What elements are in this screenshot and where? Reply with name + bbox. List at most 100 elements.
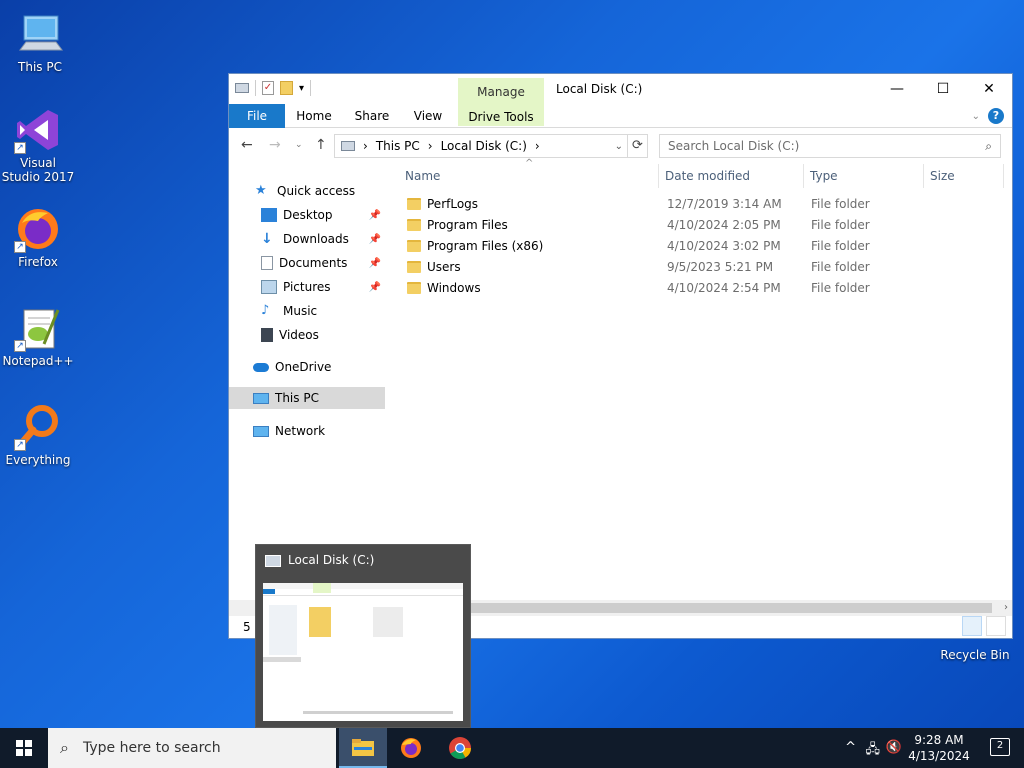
volume-muted-icon[interactable]: 🔇: [886, 740, 902, 755]
large-icons-view-icon[interactable]: [986, 616, 1006, 636]
desktop-icon-everything[interactable]: ↗ Everything: [0, 403, 76, 467]
tab-file[interactable]: File: [229, 104, 285, 128]
taskbar-search-input[interactable]: ⌕ Type here to search: [48, 728, 336, 768]
drive-icon: [341, 141, 355, 151]
pin-icon: 📌: [368, 233, 381, 245]
column-header-type[interactable]: Type: [804, 164, 924, 188]
table-row[interactable]: Program Files 4/10/2024 2:05 PM File fol…: [399, 215, 999, 236]
separator: [310, 80, 312, 96]
table-row[interactable]: PerfLogs 12/7/2019 3:14 AM File folder: [399, 194, 999, 215]
window-title: Local Disk (C:): [556, 82, 643, 96]
quick-access-toolbar: ✓ ▾: [235, 80, 312, 96]
nav-item-documents[interactable]: Documents 📌: [229, 252, 385, 274]
music-note-icon: ♪: [261, 303, 270, 318]
start-button[interactable]: [0, 728, 48, 768]
tab-share[interactable]: Share: [349, 104, 395, 128]
desktop-icon-visual-studio[interactable]: ↗ Visual Studio 2017: [0, 106, 76, 184]
address-row: ← → ⌄ ↑ › This PC › Local Disk (C:) › ⌄ …: [229, 128, 1012, 164]
address-bar[interactable]: › This PC › Local Disk (C:) › ⌄: [334, 134, 628, 158]
pin-icon: 📌: [368, 209, 381, 221]
windows-logo-icon: [16, 740, 32, 756]
scroll-right-icon[interactable]: ›: [1004, 600, 1008, 616]
desktop-icon-notepad-plus-plus[interactable]: ↗ Notepad++: [0, 304, 76, 368]
table-row[interactable]: Windows 4/10/2024 2:54 PM File folder: [399, 278, 999, 299]
nav-item-quick-access[interactable]: ★ Quick access: [229, 180, 385, 202]
breadcrumb-separator-icon[interactable]: ›: [535, 139, 540, 153]
customize-toolbar-icon[interactable]: ▾: [299, 83, 304, 94]
nav-item-onedrive[interactable]: OneDrive: [229, 356, 385, 378]
refresh-button[interactable]: ⟳: [628, 134, 648, 158]
minimize-button[interactable]: —: [874, 74, 920, 104]
up-arrow-icon[interactable]: ↑: [315, 137, 327, 153]
shortcut-arrow-icon: ↗: [14, 340, 26, 352]
taskbar-file-explorer[interactable]: [339, 728, 387, 768]
separator: [255, 80, 256, 96]
notepad-plus-plus-icon: ↗: [14, 304, 62, 352]
expand-ribbon-icon[interactable]: ⌄: [972, 111, 980, 122]
taskbar-chrome[interactable]: [436, 728, 484, 768]
folder-icon: [407, 198, 421, 210]
nav-item-network[interactable]: Network: [229, 420, 385, 442]
taskbar: ⌕ Type here to search ^ 🖧 🔇 9:28 AM 4/13…: [0, 728, 1024, 768]
preview-title: Local Disk (C:): [288, 553, 375, 567]
desktop-icon-recycle-bin[interactable]: Recycle Bin: [937, 648, 1013, 662]
tab-home[interactable]: Home: [291, 104, 337, 128]
pin-icon: 📌: [368, 281, 381, 293]
folder-icon: [407, 240, 421, 252]
nav-item-this-pc[interactable]: This PC: [229, 387, 385, 409]
pin-icon: 📌: [368, 257, 381, 269]
network-status-icon[interactable]: 🖧: [866, 740, 881, 762]
maximize-button[interactable]: ☐: [920, 74, 966, 104]
shortcut-arrow-icon: ↗: [14, 439, 26, 451]
taskbar-thumbnail-preview[interactable]: Local Disk (C:): [255, 544, 471, 728]
nav-item-videos[interactable]: Videos: [229, 324, 385, 346]
file-list: ^ Name Date modified Type Size PerfLogs …: [399, 158, 1012, 598]
magnifier-icon: ↗: [14, 403, 62, 451]
title-bar[interactable]: ✓ ▾ Manage Drive Tools Local Disk (C:) —…: [229, 74, 1012, 126]
nav-item-pictures[interactable]: Pictures 📌: [229, 276, 385, 298]
details-view-icon[interactable]: [962, 616, 982, 636]
address-dropdown-icon[interactable]: ⌄: [615, 141, 623, 152]
drive-icon: [265, 555, 281, 567]
column-header-name[interactable]: Name: [399, 164, 659, 188]
nav-item-music[interactable]: ♪ Music: [229, 300, 385, 322]
nav-item-desktop[interactable]: Desktop 📌: [229, 204, 385, 226]
breadcrumb-this-pc[interactable]: This PC: [376, 139, 420, 153]
shortcut-arrow-icon: ↗: [14, 142, 26, 154]
properties-icon[interactable]: ✓: [262, 81, 274, 95]
tab-view[interactable]: View: [405, 104, 451, 128]
computer-icon: [253, 392, 269, 404]
desktop-icon-this-pc[interactable]: This PC: [2, 10, 78, 74]
preview-thumbnail[interactable]: [263, 583, 463, 721]
breadcrumb-separator-icon[interactable]: ›: [428, 139, 433, 153]
clock-date: 4/13/2024: [908, 749, 970, 763]
nav-item-downloads[interactable]: ↓ Downloads 📌: [229, 228, 385, 250]
breadcrumb-local-disk[interactable]: Local Disk (C:): [441, 139, 527, 153]
firefox-icon: [401, 738, 421, 758]
close-button[interactable]: ✕: [966, 74, 1012, 104]
film-icon: [261, 328, 273, 342]
taskbar-firefox[interactable]: [387, 728, 435, 768]
desktop-icon-firefox[interactable]: ↗ Firefox: [0, 205, 76, 269]
drive-icon[interactable]: [235, 83, 249, 93]
new-folder-icon[interactable]: [280, 81, 293, 95]
visual-studio-icon: ↗: [14, 106, 62, 154]
column-header-size[interactable]: Size: [924, 164, 1004, 188]
help-icon[interactable]: ?: [988, 108, 1004, 124]
recent-locations-icon[interactable]: ⌄: [295, 140, 303, 150]
table-row[interactable]: Users 9/5/2023 5:21 PM File folder: [399, 257, 999, 278]
back-arrow-icon[interactable]: ←: [241, 137, 253, 153]
scrollbar-thumb[interactable]: [459, 603, 992, 613]
column-header-date-modified[interactable]: Date modified: [659, 164, 804, 188]
folder-icon: [407, 282, 421, 294]
show-hidden-icons-chevron-icon[interactable]: ^: [845, 740, 856, 755]
system-clock[interactable]: 9:28 AM 4/13/2024: [904, 732, 974, 764]
computer-icon: [16, 10, 64, 58]
search-icon: ⌕: [985, 139, 992, 153]
chrome-icon: [449, 737, 471, 759]
action-center-icon[interactable]: 2: [990, 738, 1010, 756]
search-input[interactable]: Search Local Disk (C:) ⌕: [659, 134, 1001, 158]
forward-arrow-icon[interactable]: →: [269, 137, 281, 153]
table-row[interactable]: Program Files (x86) 4/10/2024 3:02 PM Fi…: [399, 236, 999, 257]
network-icon: [253, 425, 269, 437]
